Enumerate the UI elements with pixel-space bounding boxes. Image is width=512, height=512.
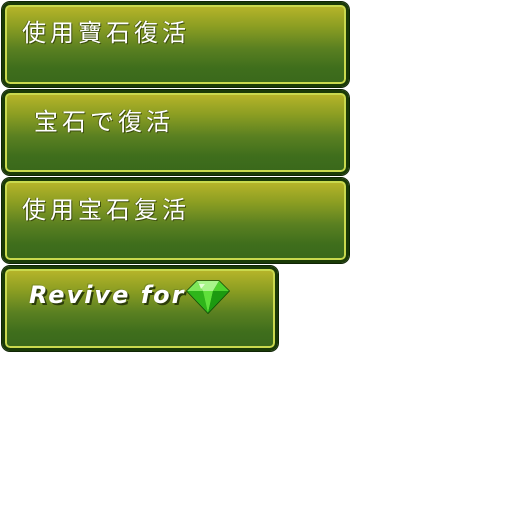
revive-with-gem-button-simplified-chinese[interactable]: 使用宝石复活 xyxy=(2,178,349,263)
button-label: 宝石で復活 xyxy=(34,108,174,136)
revive-with-gem-button-traditional-chinese[interactable]: 使用寶石復活 xyxy=(2,2,349,87)
button-label: 使用宝石复活 xyxy=(22,196,190,224)
button-label: 使用寶石復活 xyxy=(22,19,190,47)
button-label: Revive for xyxy=(29,281,186,309)
green-gem-icon xyxy=(185,280,231,315)
revive-with-gem-button-japanese[interactable]: 宝石で復活 xyxy=(2,90,349,175)
revive-for-gem-button-english[interactable]: Revive for xyxy=(2,266,278,351)
revive-buttons-sheet: 使用寶石復活 宝石で復活 使用宝石复活 Revive for xyxy=(0,0,512,512)
